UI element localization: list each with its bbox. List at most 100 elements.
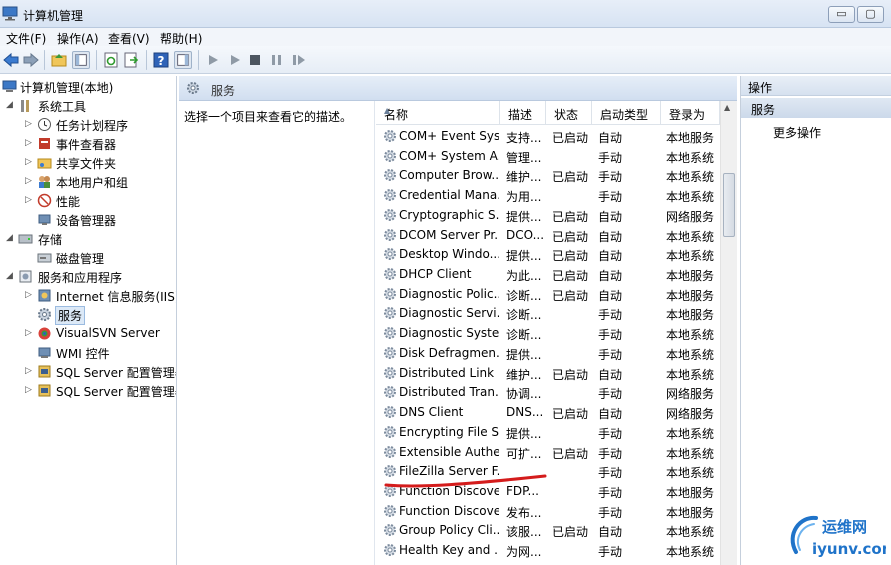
service-desc-cell: 协调... <box>506 387 542 402</box>
export-list-icon[interactable] <box>122 51 140 69</box>
users-icon <box>39 176 50 188</box>
expand-arrow-icon[interactable]: ▷ <box>25 328 33 338</box>
back-arrow-icon[interactable] <box>2 51 20 69</box>
service-logon-cell: 本地服务 <box>666 288 715 303</box>
scroll-up-arrow-icon[interactable]: ▲ <box>724 103 730 112</box>
service-gear-icon <box>384 524 396 537</box>
expand-arrow-icon[interactable]: ▷ <box>25 366 33 376</box>
service-gear-icon <box>384 268 396 281</box>
more-actions-link[interactable]: 更多操作 <box>773 124 821 141</box>
forward-arrow-icon[interactable] <box>22 51 40 69</box>
service-startup-cell: 手动 <box>598 387 623 402</box>
service-row[interactable]: Encrypting File S... 提供... 手动 本地系统 <box>376 422 720 442</box>
service-gear-icon <box>384 406 396 419</box>
toolbar: ? <box>0 46 891 74</box>
refresh-icon[interactable] <box>102 51 120 69</box>
service-row[interactable]: Diagnostic Polic... 诊断... 已启动 自动 本地服务 <box>376 284 720 304</box>
menu-view[interactable]: 查看(V) <box>108 30 150 47</box>
service-row[interactable]: COM+ System A... 管理... 手动 本地系统 <box>376 146 720 166</box>
service-row[interactable]: Extensible Authe... 可扩... 已启动手动 本地系统 <box>376 442 720 462</box>
service-startup-cell: 手动 <box>598 485 623 500</box>
start-service-icon[interactable] <box>204 51 222 69</box>
expand-arrow-icon[interactable]: ▷ <box>25 138 33 148</box>
service-row[interactable]: Cryptographic S... 提供... 已启动 自动 网络服务 <box>376 205 720 225</box>
show-hide-tree-icon[interactable] <box>72 51 90 69</box>
restart-service-icon[interactable] <box>290 51 308 69</box>
service-desc-cell: 维护... <box>506 367 542 382</box>
collapse-arrow-icon[interactable]: ◢ <box>6 100 14 110</box>
service-row[interactable]: Computer Brow... 维护... 已启动 手动 本地系统 <box>376 165 720 185</box>
service-row[interactable]: Diagnostic Syste... 诊断... 手动 本地系统 <box>376 323 720 343</box>
menu-file[interactable]: 文件(F) <box>6 30 46 47</box>
service-startup-cell: 手动 <box>598 446 623 461</box>
minimize-button[interactable]: ▭ <box>828 6 855 23</box>
service-row[interactable]: DCOM Server Pr... DCO... 已启动 自动 本地系统 <box>376 225 720 245</box>
column-header-logon-as[interactable]: 登录为 <box>661 101 720 125</box>
service-status-cell: 已启动 <box>552 249 589 264</box>
column-header-name[interactable]: 名称 ▲ <box>376 101 500 125</box>
service-logon-cell: 本地系统 <box>666 328 715 343</box>
help-icon[interactable]: ? <box>152 51 170 69</box>
service-name-cell: DCOM Server Pr... <box>399 227 499 242</box>
service-logon-cell: 本地系统 <box>666 249 715 264</box>
service-gear-icon <box>384 366 396 379</box>
service-gear-icon <box>384 346 396 359</box>
service-name-cell: DHCP Client <box>399 267 472 282</box>
service-desc-cell: 提供... <box>506 347 542 362</box>
toolbar-separator <box>146 50 147 70</box>
up-folder-icon[interactable] <box>50 51 68 69</box>
actions-section-services[interactable]: 服务 <box>741 98 891 118</box>
service-startup-cell: 自动 <box>598 269 623 284</box>
services-header: 服务 <box>179 76 737 101</box>
menu-help[interactable]: 帮助(H) <box>160 30 202 47</box>
service-row[interactable]: DNS Client DNS... 已启动 自动 网络服务 <box>376 402 720 422</box>
expand-arrow-icon[interactable]: ▷ <box>25 195 33 205</box>
pause-service-icon[interactable] <box>268 51 286 69</box>
start-service-alt-icon[interactable] <box>226 51 244 69</box>
expand-arrow-icon[interactable]: ▷ <box>25 290 33 300</box>
service-row[interactable]: Health Key and ... 为网... 手动 本地系统 <box>376 540 720 560</box>
stop-service-icon[interactable] <box>246 51 264 69</box>
sql-icon <box>38 384 51 397</box>
service-startup-cell: 自动 <box>598 229 623 244</box>
service-gear-icon <box>384 169 396 182</box>
service-status-cell: 已启动 <box>552 407 589 422</box>
service-row[interactable]: Diagnostic Servi... 诊断... 手动 本地服务 <box>376 303 720 323</box>
service-row[interactable]: Desktop Windo... 提供... 已启动 自动 本地系统 <box>376 244 720 264</box>
service-logon-cell: 本地服务 <box>666 269 715 284</box>
properties-pane-icon[interactable] <box>174 51 192 69</box>
column-header-status[interactable]: 状态 <box>546 101 592 125</box>
collapse-arrow-icon[interactable]: ◢ <box>6 271 14 281</box>
toolbar-separator <box>198 50 199 70</box>
service-row[interactable]: Credential Mana... 为用... 手动 本地系统 <box>376 185 720 205</box>
service-row[interactable]: Disk Defragmen... 提供... 手动 本地系统 <box>376 343 720 363</box>
service-gear-icon <box>384 287 396 300</box>
vertical-scrollbar[interactable]: ▲ <box>720 101 737 565</box>
service-row[interactable]: Distributed Link ... 维护... 已启动 自动 本地系统 <box>376 363 720 383</box>
collapse-arrow-icon[interactable]: ◢ <box>6 233 14 243</box>
service-row[interactable]: COM+ Event Sys... 支持... 已启动自动 本地服务 <box>376 126 720 146</box>
window-title: 计算机管理 <box>23 9 84 23</box>
service-logon-cell: 本地系统 <box>666 170 715 185</box>
expand-arrow-icon[interactable]: ▷ <box>25 157 33 167</box>
scroll-thumb[interactable] <box>723 173 735 237</box>
service-name-cell: Distributed Link ... <box>399 365 499 380</box>
description-hint: 选择一个项目来查看它的描述。 <box>184 110 353 124</box>
service-row[interactable]: DHCP Client 为此... 已启动 自动 本地服务 <box>376 264 720 284</box>
service-logon-cell: 网络服务 <box>666 407 715 422</box>
service-row[interactable]: Distributed Tran... 协调... 手动 网络服务 <box>376 382 720 402</box>
service-startup-cell: 自动 <box>598 525 623 540</box>
expand-arrow-icon[interactable]: ▷ <box>25 385 33 395</box>
service-row[interactable]: Function Discove... 发布... 手动 本地服务 <box>376 501 720 521</box>
menu-action[interactable]: 操作(A) <box>57 30 99 47</box>
watermark-text-url: iyunv.com <box>812 540 886 558</box>
maximize-button[interactable]: ▢ <box>857 6 884 23</box>
column-header-startup-type[interactable]: 启动类型 <box>592 101 661 125</box>
services-title: 服务 <box>211 84 236 98</box>
expand-arrow-icon[interactable]: ▷ <box>25 119 33 129</box>
column-header-description[interactable]: 描述 <box>500 101 546 125</box>
service-startup-cell: 手动 <box>598 150 623 165</box>
service-desc-cell: 为此... <box>506 269 542 284</box>
expand-arrow-icon[interactable]: ▷ <box>25 176 33 186</box>
service-row[interactable]: Group Policy Cli... 该服... 已启动 自动 本地系统 <box>376 520 720 540</box>
